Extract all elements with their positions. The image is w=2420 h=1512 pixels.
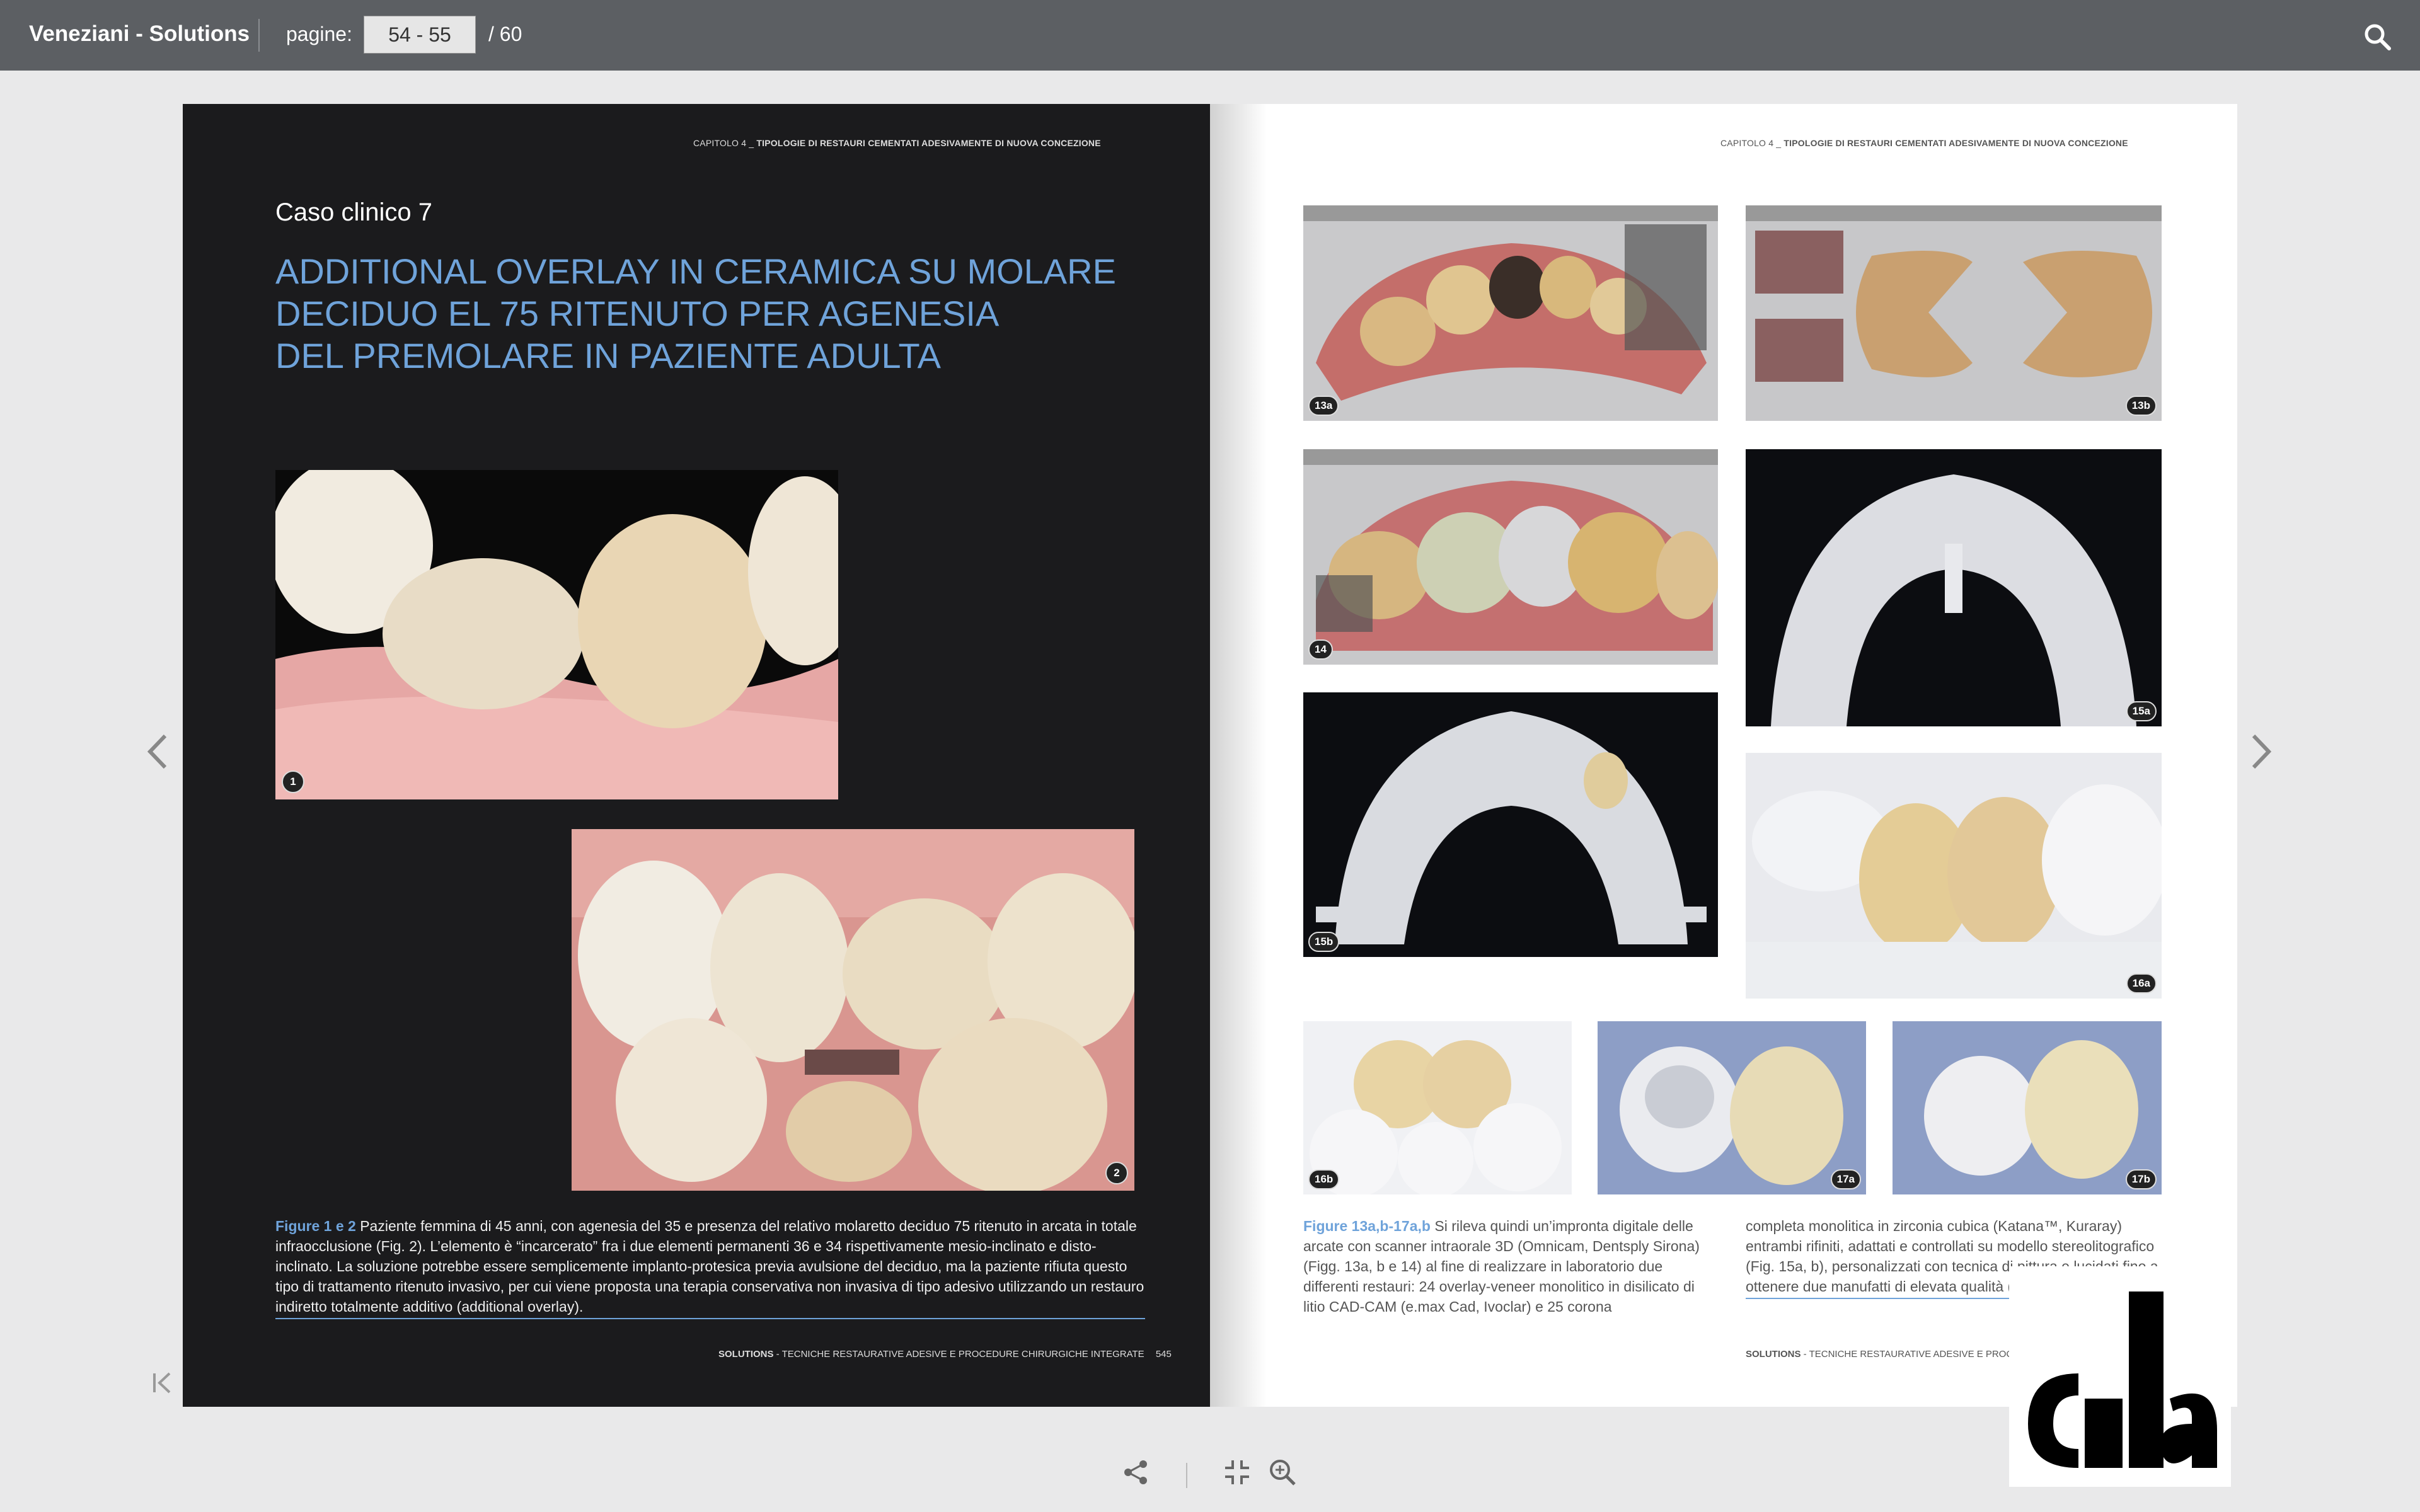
figure-16a-image: 16a (1746, 753, 2162, 999)
right-page[interactable]: CAPITOLO 4 _ TIPOLOGIE DI RESTAURI CEMEN… (1210, 104, 2237, 1407)
book-spread: CAPITOLO 4 _ TIPOLOGIE DI RESTAURI CEMEN… (183, 104, 2237, 1407)
caption-label: Figure 1 e 2 (275, 1218, 356, 1234)
main-title-line: ADDITIONAL OVERLAY IN CERAMICA SU MOLARE (275, 251, 1116, 291)
figure-15b-image: 15b (1303, 692, 1718, 957)
toolbar-divider (1186, 1463, 1187, 1488)
figure-17a-image: 17a (1598, 1021, 1866, 1194)
figure-badge: 16b (1308, 1169, 1340, 1189)
footer-brand: SOLUTIONS (718, 1349, 774, 1360)
figure-badge: 15b (1308, 932, 1340, 952)
caption-label: Figure 13a,b-17a,b (1303, 1218, 1431, 1234)
footer-brand: SOLUTIONS (1746, 1349, 1801, 1360)
figure-caption-column-1: Figure 13a,b-17a,b Si rileva quindi un’i… (1303, 1216, 1713, 1317)
chevron-right-icon[interactable] (2242, 723, 2280, 780)
first-page-icon[interactable] (147, 1367, 178, 1399)
figure-badge: 14 (1308, 639, 1333, 660)
main-title: ADDITIONAL OVERLAY IN CERAMICA SU MOLARE… (275, 250, 1158, 377)
figure-1-image: 1 (275, 470, 838, 799)
page-number-input[interactable] (364, 16, 476, 54)
figure-13a-image: 13a (1303, 205, 1718, 421)
figure-15a-image: 15a (1746, 449, 2162, 726)
figure-badge: 2 (1105, 1162, 1128, 1184)
collapse-icon[interactable] (1221, 1457, 1253, 1494)
figure-badge: 17a (1830, 1169, 1861, 1189)
figure-badge: 15a (2126, 701, 2157, 721)
publisher-logo (2009, 1266, 2231, 1487)
figure-badge: 1 (282, 770, 304, 793)
book-spine-shadow (1210, 104, 1267, 1407)
pages-label: pagine: (286, 23, 352, 45)
figure-13b-image: 13b (1746, 205, 2162, 421)
search-icon[interactable] (2362, 21, 2392, 52)
app-title: Veneziani - Solutions (29, 21, 250, 46)
figure-2-image: 2 (572, 829, 1134, 1191)
figure-17b-image: 17b (1893, 1021, 2162, 1194)
running-head-chapter: CAPITOLO 4 _ (1720, 138, 1782, 148)
running-head: CAPITOLO 4 _ TIPOLOGIE DI RESTAURI CEMEN… (1720, 138, 2128, 148)
caption-text: Paziente femmina di 45 anni, con agenesi… (275, 1218, 1144, 1315)
share-icon[interactable] (1121, 1457, 1152, 1494)
running-head-title: TIPOLOGIE DI RESTAURI CEMENTATI ADESIVAM… (1783, 138, 2128, 148)
page-footer: SOLUTIONS - TECNICHE RESTAURATIVE ADESIV… (718, 1349, 1172, 1360)
left-page[interactable]: CAPITOLO 4 _ TIPOLOGIE DI RESTAURI CEMEN… (183, 104, 1210, 1407)
figure-badge: 16a (2126, 973, 2157, 994)
figure-16b-image: 16b (1303, 1021, 1572, 1194)
case-title: Caso clinico 7 (275, 198, 433, 226)
running-head: CAPITOLO 4 _ TIPOLOGIE DI RESTAURI CEMEN… (693, 138, 1101, 148)
figure-badge: 17b (2125, 1169, 2157, 1189)
running-head-chapter: CAPITOLO 4 _ (693, 138, 754, 148)
main-title-line: DECIDUO el 75 RITENUTO PER AGENESIA (275, 294, 1000, 333)
figure-badge: 13a (1308, 396, 1339, 416)
figure-badge: 13b (2125, 396, 2157, 416)
zoom-in-icon[interactable] (1267, 1457, 1298, 1494)
figure-caption: Figure 1 e 2 Paziente femmina di 45 anni… (275, 1216, 1145, 1319)
running-head-title: TIPOLOGIE DI RESTAURI CEMENTATI ADESIVAM… (756, 138, 1101, 148)
toolbar-divider (258, 19, 260, 52)
main-title-line: DEL PREMOLARE IN PAZIENTE ADULTA (275, 336, 941, 375)
page-number: 545 (1155, 1349, 1172, 1360)
page-total: / 60 (488, 23, 522, 45)
top-toolbar: Veneziani - Solutions pagine: / 60 (0, 0, 2420, 71)
chevron-left-icon[interactable] (139, 723, 176, 780)
footer-text: - TECNICHE RESTAURATIVE ADESIVE E PROCED… (773, 1349, 1144, 1360)
figure-14-image: 14 (1303, 449, 1718, 665)
